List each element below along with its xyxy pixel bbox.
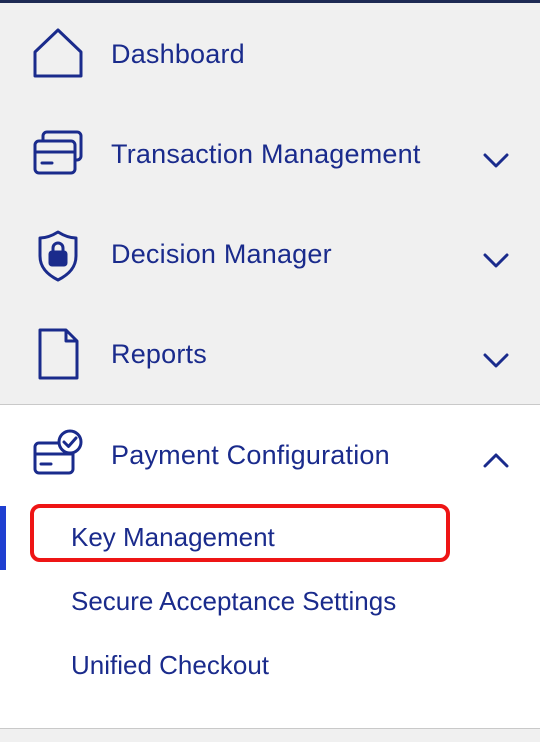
subnav-item-key-management[interactable]: Key Management [71,521,275,553]
nav-item-label: Dashboard [111,39,245,69]
nav-item-decision-manager[interactable]: Decision Manager [0,204,540,304]
nav-item-reports[interactable]: Reports [0,304,540,404]
nav-item-payment-configuration[interactable]: Payment Configuration [0,405,540,505]
chevron-down-icon[interactable] [480,244,512,276]
chevron-down-icon[interactable] [480,344,512,376]
next-section-background [0,729,540,742]
chevron-down-icon[interactable] [480,144,512,176]
document-icon [30,326,86,382]
nav-item-label: Decision Manager [111,239,332,269]
active-indicator [0,506,6,570]
nav-item-transaction-management[interactable]: Transaction Management [0,104,540,204]
chevron-up-icon[interactable] [480,445,512,477]
nav-item-dashboard[interactable]: Dashboard [0,4,540,104]
card-check-icon [30,427,86,483]
cards-icon [30,128,86,184]
nav-item-label: Transaction Management [111,139,421,169]
subnav-item-unified-checkout[interactable]: Unified Checkout [71,649,269,681]
shield-lock-icon [30,228,86,284]
nav-item-label: Reports [111,339,207,369]
nav-item-label: Payment Configuration [111,440,390,470]
subnav-item-secure-acceptance-settings[interactable]: Secure Acceptance Settings [71,585,396,617]
home-icon [30,26,86,82]
